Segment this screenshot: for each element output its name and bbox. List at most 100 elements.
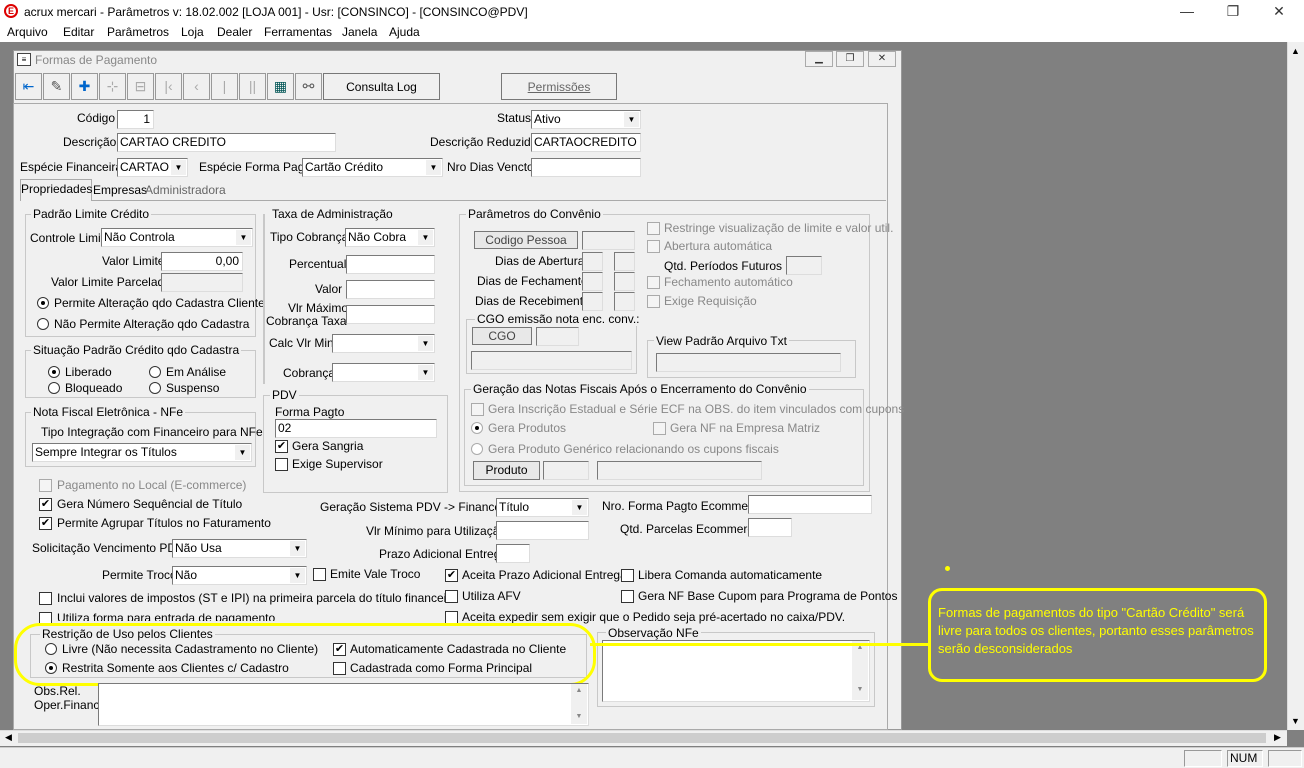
consulta-log-button[interactable]: Consulta Log — [323, 73, 440, 100]
valor-input[interactable] — [346, 280, 435, 299]
chevron-down-icon[interactable]: ▼ — [235, 445, 250, 460]
abertura-auto-checkbox[interactable] — [647, 240, 660, 253]
dias-fechamento-input1[interactable] — [582, 272, 603, 291]
menu-janela[interactable]: Janela — [342, 25, 377, 39]
restringe-checkbox[interactable] — [647, 222, 660, 235]
previous-record-icon[interactable]: ‹ — [183, 73, 210, 100]
qtd-periodos-input[interactable] — [786, 256, 822, 275]
codigo-pessoa-input[interactable] — [582, 231, 635, 250]
observacao-scrollbar[interactable]: ▲ ▼ — [852, 641, 868, 700]
first-record-icon[interactable]: |‹ — [155, 73, 182, 100]
scroll-up-icon[interactable]: ▲ — [1291, 46, 1300, 56]
minimize-button[interactable]: — — [1164, 0, 1210, 23]
calc-vlr-min-select[interactable]: ▼ — [332, 334, 435, 353]
gera-numero-checkbox[interactable]: ✔ — [39, 498, 52, 511]
horizontal-scroll-thumb[interactable] — [18, 733, 1266, 743]
dias-recebimento-input1[interactable] — [582, 292, 603, 311]
suspenso-radio[interactable] — [149, 382, 161, 394]
pagamento-local-checkbox[interactable] — [39, 479, 52, 492]
menu-loja[interactable]: Loja — [181, 25, 204, 39]
aceita-prazo-checkbox[interactable]: ✔ — [445, 569, 458, 582]
observacao-nfe-textarea[interactable] — [602, 640, 870, 702]
chevron-down-icon[interactable]: ▼ — [290, 541, 305, 556]
controle-limite-select[interactable]: Não Controla ▼ — [101, 228, 253, 247]
percentual-input[interactable] — [346, 255, 435, 274]
cgo-desc-input[interactable] — [471, 351, 632, 370]
exige-supervisor-checkbox[interactable] — [275, 458, 288, 471]
copy-icon[interactable]: ⊹ — [99, 73, 126, 100]
vlr-maximo-input[interactable] — [346, 305, 435, 324]
valor-limite-input[interactable]: 0,00 — [161, 252, 243, 271]
vlr-minimo-input[interactable] — [496, 521, 589, 540]
menu-ajuda[interactable]: Ajuda — [389, 25, 420, 39]
dias-fechamento-input2[interactable] — [614, 272, 635, 291]
menu-dealer[interactable]: Dealer — [217, 25, 252, 39]
scroll-right-icon[interactable]: ▶ — [1274, 732, 1281, 743]
permite-troco-select[interactable]: Não ▼ — [172, 566, 307, 585]
forma-pagto-input[interactable]: 02 — [275, 419, 437, 438]
dias-abertura-input2[interactable] — [614, 252, 635, 271]
status-select[interactable]: Ativo ▼ — [531, 110, 641, 129]
emite-vale-checkbox[interactable] — [313, 568, 326, 581]
codigo-input[interactable]: 1 — [117, 110, 154, 129]
maximize-button[interactable]: ❐ — [1210, 0, 1256, 23]
bloqueado-radio[interactable] — [48, 382, 60, 394]
exit-icon[interactable]: ⇤ — [15, 73, 42, 100]
prazo-adicional-input[interactable] — [496, 544, 530, 563]
chevron-down-icon[interactable]: ▼ — [624, 112, 639, 127]
descricao-reduzida-input[interactable]: CARTAOCREDITO — [531, 133, 641, 152]
vertical-scrollbar[interactable] — [1287, 42, 1304, 730]
gera-sangria-checkbox[interactable]: ✔ — [275, 440, 288, 453]
nro-ecommerce-input[interactable] — [748, 495, 872, 514]
next-record-icon[interactable]: | — [211, 73, 238, 100]
gera-nf-matriz-checkbox[interactable] — [653, 422, 666, 435]
chevron-down-icon[interactable]: ▼ — [290, 568, 305, 583]
chevron-down-icon[interactable]: ▼ — [418, 336, 433, 351]
tab-administradora[interactable]: Administradora — [145, 181, 226, 201]
menu-ferramentas[interactable]: Ferramentas — [264, 25, 332, 39]
last-record-icon[interactable]: || — [239, 73, 266, 100]
chevron-down-icon[interactable]: ▼ — [572, 500, 587, 515]
gera-generico-radio[interactable] — [471, 443, 483, 455]
permite-alteracao-radio[interactable] — [37, 297, 49, 309]
especie-financeira-select[interactable]: CARTAO ▼ — [117, 158, 188, 177]
tipo-cobranca-select[interactable]: Não Cobra ▼ — [345, 228, 435, 247]
dias-recebimento-input2[interactable] — [614, 292, 635, 311]
liberado-radio[interactable] — [48, 366, 60, 378]
chevron-down-icon[interactable]: ▼ — [171, 160, 186, 175]
nro-dias-input[interactable] — [531, 158, 641, 177]
nao-permite-alteracao-radio[interactable] — [37, 318, 49, 330]
child-close-button[interactable]: ✕ — [868, 51, 896, 67]
chevron-down-icon[interactable]: ▼ — [236, 230, 251, 245]
cgo-button[interactable]: CGO — [472, 327, 532, 345]
descricao-input[interactable]: CARTAO CREDITO — [117, 133, 336, 152]
em-analise-radio[interactable] — [149, 366, 161, 378]
dias-abertura-input1[interactable] — [582, 252, 603, 271]
produto-button[interactable]: Produto — [473, 461, 540, 480]
view-input[interactable] — [656, 353, 841, 372]
obs-rel-textarea[interactable] — [98, 683, 589, 726]
utiliza-afv-checkbox[interactable] — [445, 590, 458, 603]
tab-empresas[interactable]: Empresas — [93, 181, 147, 201]
scroll-left-icon[interactable]: ◀ — [5, 732, 12, 743]
chevron-down-icon[interactable]: ▼ — [418, 230, 433, 245]
qtd-parcelas-input[interactable] — [748, 518, 792, 537]
produto-desc-input[interactable] — [597, 461, 762, 480]
delete-icon[interactable]: ⊟ — [127, 73, 154, 100]
child-minimize-button[interactable]: ▁ — [805, 51, 833, 67]
permissoes-button[interactable]: Permissões — [501, 73, 617, 100]
grid-icon[interactable]: ▦ — [267, 73, 294, 100]
gera-nf-base-checkbox[interactable] — [621, 590, 634, 603]
gera-inscricao-checkbox[interactable] — [471, 403, 484, 416]
tipo-integracao-select[interactable]: Sempre Integrar os Títulos ▼ — [32, 443, 252, 462]
eraser-icon[interactable]: ✎ — [43, 73, 70, 100]
valor-limite-parcelado-input[interactable] — [161, 273, 243, 292]
close-button[interactable]: ✕ — [1256, 0, 1302, 23]
libera-comanda-checkbox[interactable] — [621, 569, 634, 582]
menu-arquivo[interactable]: Arquivo — [7, 25, 48, 39]
cobranca-select[interactable]: ▼ — [332, 363, 435, 382]
obs-rel-scrollbar[interactable]: ▲ ▼ — [571, 684, 587, 724]
chevron-down-icon[interactable]: ▼ — [418, 365, 433, 380]
fechamento-auto-checkbox[interactable] — [647, 276, 660, 289]
new-record-icon[interactable]: ✚ — [71, 73, 98, 100]
